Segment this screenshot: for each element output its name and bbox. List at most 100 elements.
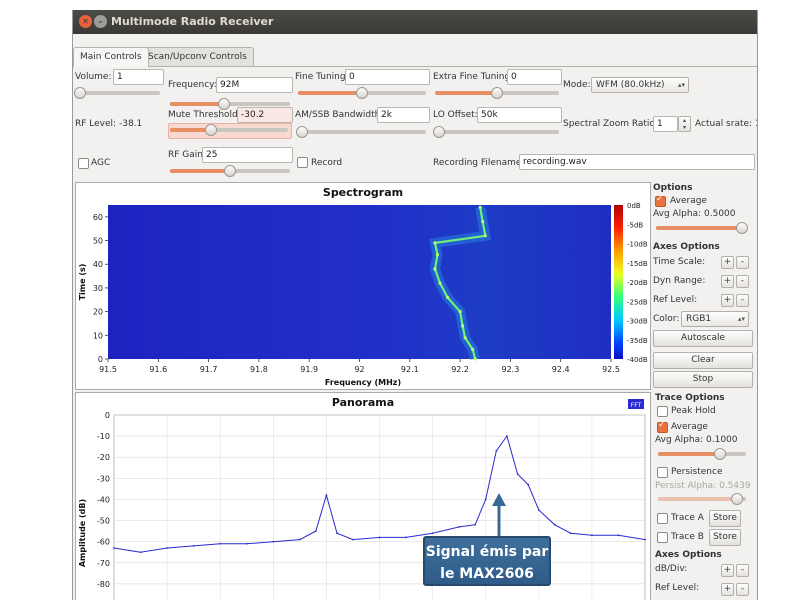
lo-offset-slider[interactable] xyxy=(432,126,559,138)
volume-label: Volume: xyxy=(75,72,112,82)
minimize-icon[interactable]: – xyxy=(94,15,107,28)
mute-threshold-slider[interactable] xyxy=(170,124,288,136)
slider-handle[interactable] xyxy=(224,165,236,177)
pan-data-point xyxy=(569,532,572,535)
spectral-zoom-input[interactable]: 1 xyxy=(653,116,678,132)
pan-data-point xyxy=(516,473,519,476)
pan-data-point xyxy=(336,532,338,535)
slider-handle[interactable] xyxy=(491,87,503,99)
panorama-ylabel: Amplitude (dB) xyxy=(78,499,87,567)
db-div-plus-button[interactable]: + xyxy=(721,564,734,577)
record-label: Record xyxy=(311,158,343,168)
trace-avg-alpha-slider[interactable] xyxy=(658,448,746,460)
slider-handle[interactable] xyxy=(73,87,86,99)
spec-ref-level-label: Ref Level: xyxy=(653,295,698,305)
am-ssb-bandwidth-label: AM/SSB Bandwidth: xyxy=(295,110,384,120)
autoscale-button[interactable]: Autoscale xyxy=(653,330,753,347)
dyn-range-minus-button[interactable]: - xyxy=(736,275,749,288)
signal-point xyxy=(433,241,437,245)
colorbar-label: -15dB xyxy=(627,260,648,268)
agc-checkbox[interactable] xyxy=(78,158,89,169)
spectrogram-x-ticks: 91.5 91.6 91.7 91.8 91.9 92 92.1 92.2 92.3 92.4 92… xyxy=(99,359,620,374)
signal-point xyxy=(438,281,442,285)
pan-data-point xyxy=(272,540,275,543)
pan-ref-level-plus-button[interactable]: + xyxy=(721,583,734,596)
signal-point xyxy=(481,219,485,224)
options-group-title: Options xyxy=(653,183,693,193)
peak-hold-checkbox[interactable] xyxy=(657,406,668,417)
pan-y-tick-label: -40 xyxy=(97,495,110,504)
pan-ref-level-minus-button[interactable]: - xyxy=(736,583,749,596)
persistence-checkbox[interactable] xyxy=(657,467,668,478)
chevron-updown-icon: ▴▾ xyxy=(677,81,685,89)
colorbar-ticks: 0dB -5dB -10dB -15dB -20dB -25dB -30dB -35dB -40… xyxy=(627,202,648,364)
spec-axes-group-title: Axes Options xyxy=(653,242,720,252)
trace-a-store-button[interactable]: Store xyxy=(709,510,741,527)
am-ssb-bandwidth-input[interactable]: 2k xyxy=(377,107,430,123)
frequency-slider[interactable] xyxy=(170,98,290,110)
recording-filename-input[interactable]: recording.wav xyxy=(519,154,755,170)
spec-x-tick-label: 92 xyxy=(354,365,364,374)
dyn-range-plus-button[interactable]: + xyxy=(721,275,734,288)
spec-ref-level-minus-button[interactable]: - xyxy=(736,294,749,307)
trace-a-checkbox[interactable] xyxy=(657,513,668,524)
frequency-input[interactable]: 92M xyxy=(216,77,293,93)
mode-select[interactable]: WFM (80.0kHz) ▴▾ xyxy=(591,77,689,93)
panorama-options-panel: Trace Options Peak Hold Average Avg Alph… xyxy=(653,392,753,600)
volume-input[interactable]: 1 xyxy=(113,69,164,85)
trace-a-label: Trace A xyxy=(671,513,704,523)
fine-tuning-slider[interactable] xyxy=(298,87,426,99)
recording-filename-label: Recording Filename: xyxy=(433,158,525,168)
extra-fine-tuning-input[interactable]: 0 xyxy=(507,69,562,85)
pan-axes-group-title: Axes Options xyxy=(655,550,722,560)
spec-x-tick-label: 92.3 xyxy=(501,365,519,374)
spec-x-tick-label: 92.4 xyxy=(552,365,570,374)
trace-b-checkbox[interactable] xyxy=(657,532,668,543)
spec-average-checkbox[interactable] xyxy=(655,194,666,207)
spec-ref-level-plus-button[interactable]: + xyxy=(721,294,734,307)
db-div-minus-button[interactable]: - xyxy=(736,564,749,577)
rf-gain-slider[interactable] xyxy=(170,165,290,177)
trace-average-checkbox[interactable] xyxy=(657,420,668,433)
colorbar-label: -35dB xyxy=(627,337,648,345)
color-select[interactable]: RGB1 ▴▾ xyxy=(681,311,749,327)
panorama-y-ticks: 0-10-20-30-40-50-60-70-80-90 xyxy=(97,411,110,589)
time-scale-plus-button[interactable]: + xyxy=(721,256,734,269)
mute-threshold-input[interactable]: -30.2 xyxy=(237,107,293,123)
trace-b-store-button[interactable]: Store xyxy=(709,529,741,546)
record-checkbox[interactable] xyxy=(297,157,308,168)
am-ssb-bandwidth-slider[interactable] xyxy=(295,126,426,138)
clear-button[interactable]: Clear xyxy=(653,352,753,369)
volume-slider[interactable] xyxy=(73,87,160,99)
slider-handle[interactable] xyxy=(218,98,230,110)
close-icon[interactable]: ✕ xyxy=(79,15,92,28)
spinner-arrows-icon[interactable]: ▴ ▾ xyxy=(678,116,691,132)
spec-x-tick-label: 92.2 xyxy=(451,365,469,374)
slider-handle[interactable] xyxy=(356,87,368,99)
persist-alpha-slider[interactable] xyxy=(658,493,746,505)
spectrogram-plot-area[interactable] xyxy=(108,205,611,359)
slider-handle[interactable] xyxy=(295,126,308,138)
stop-button[interactable]: Stop xyxy=(653,371,753,388)
slider-handle[interactable] xyxy=(731,493,744,505)
actual-srate-label: Actual srate: 1 xyxy=(695,119,758,129)
rf-gain-input[interactable]: 25 xyxy=(202,147,293,163)
tab-main-controls[interactable]: Main Controls xyxy=(73,47,149,67)
pan-data-point xyxy=(245,542,248,545)
colorbar-label: -10dB xyxy=(627,241,648,249)
spec-avg-alpha-slider[interactable] xyxy=(656,222,748,234)
pan-data-point xyxy=(431,532,434,535)
spec-x-tick-label: 91.7 xyxy=(200,365,218,374)
lo-offset-input[interactable]: 50k xyxy=(477,107,562,123)
slider-handle[interactable] xyxy=(735,222,748,234)
slider-handle[interactable] xyxy=(432,126,445,138)
extra-fine-tuning-slider[interactable] xyxy=(435,87,559,99)
panorama-pane: Panorama FFT 0-10-20-30-40-50-60-70-80-9… xyxy=(75,392,651,600)
pan-data-point xyxy=(405,536,407,539)
signal-point xyxy=(471,347,475,352)
tab-scan-upconv[interactable]: Scan/Upconv Controls xyxy=(141,47,254,66)
slider-handle[interactable] xyxy=(713,448,726,460)
pan-data-point xyxy=(537,509,540,511)
time-scale-minus-button[interactable]: - xyxy=(736,256,749,269)
fine-tuning-input[interactable]: 0 xyxy=(345,69,430,85)
